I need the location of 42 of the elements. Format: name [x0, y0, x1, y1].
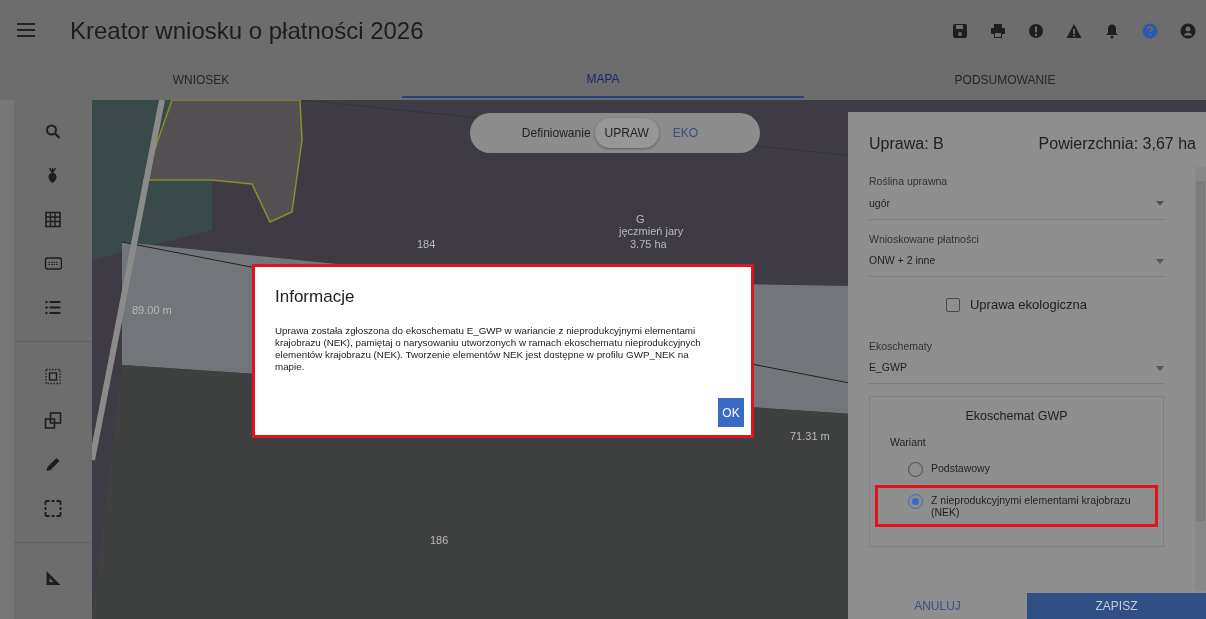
group-label: Wariant [890, 434, 927, 450]
map-label: 71.31 m [790, 429, 830, 444]
map-label: 186 [430, 533, 449, 548]
caret-icon [1156, 258, 1164, 264]
radio-label: Podstawowy [931, 461, 990, 474]
field-label: Ekoschematy [869, 338, 934, 354]
mode-label: Definiowanie [521, 125, 591, 142]
dialog-message: Uprawa została zgłoszona do ekoschematu E_GWP w wariancie z nieprodukcyjnymi elementami krajobrazu (NEK), pamiętaj o narysowaniu utworzonych w ramach ekoschematu nieprodukcyjnych elementów krajobrazu (NEK). Tworzenie elementów NEK jest dostępne w profilu GWP_NEK na mapie. [275, 325, 702, 373]
save-button[interactable]: ZAPISZ [1027, 593, 1206, 619]
print-icon[interactable] [990, 23, 1006, 39]
dropdown-field[interactable]: ugór [869, 195, 1164, 212]
map-label: 3.75 ha [630, 237, 667, 252]
user-icon[interactable] [1180, 23, 1196, 39]
scheme-title: Ekoschemat GWP [964, 408, 1069, 425]
map-label: 89.00 m [132, 303, 172, 318]
map-label: jęczmień jary [619, 224, 684, 239]
checkbox[interactable] [945, 297, 960, 312]
radio-label: Z nieprodukcyjnymi elementami krajobrazu (NEK) [931, 493, 1132, 518]
tab[interactable]: MAPA [402, 62, 804, 98]
caret-icon [1156, 365, 1164, 371]
mode-option[interactable]: EKO [662, 118, 709, 148]
save-icon[interactable] [952, 23, 968, 39]
map-label: 184 [417, 237, 436, 252]
dropdown-field[interactable]: ONW + 2 inne [869, 253, 1164, 269]
mode-option[interactable]: UPRAW [594, 118, 659, 148]
alert-circle-icon[interactable] [1028, 23, 1044, 39]
menu-icon[interactable] [16, 22, 36, 40]
caret-icon [1156, 201, 1164, 207]
field-label: Roślina uprawna [869, 174, 949, 189]
tab[interactable]: WNIOSEK [0, 62, 402, 98]
warning-icon[interactable] [1066, 23, 1082, 39]
bell-icon[interactable] [1104, 23, 1120, 39]
tab[interactable]: PODSUMOWANIE [804, 62, 1206, 98]
field-label: Wnioskowane płatności [869, 231, 980, 247]
map-label: G [636, 212, 645, 227]
dialog-title: Informacje [275, 286, 355, 308]
crop-title: Uprawa: B [869, 134, 944, 154]
app-title: Kreator wniosku o płatności 2026 [70, 16, 424, 46]
dropdown-field[interactable]: E_GWP [869, 360, 1164, 376]
area-label: Powierzchnia: 3,67 ha [1038, 134, 1196, 154]
checkbox-label: Uprawa ekologiczna [969, 296, 1088, 314]
ok-button[interactable]: OK [718, 398, 744, 427]
